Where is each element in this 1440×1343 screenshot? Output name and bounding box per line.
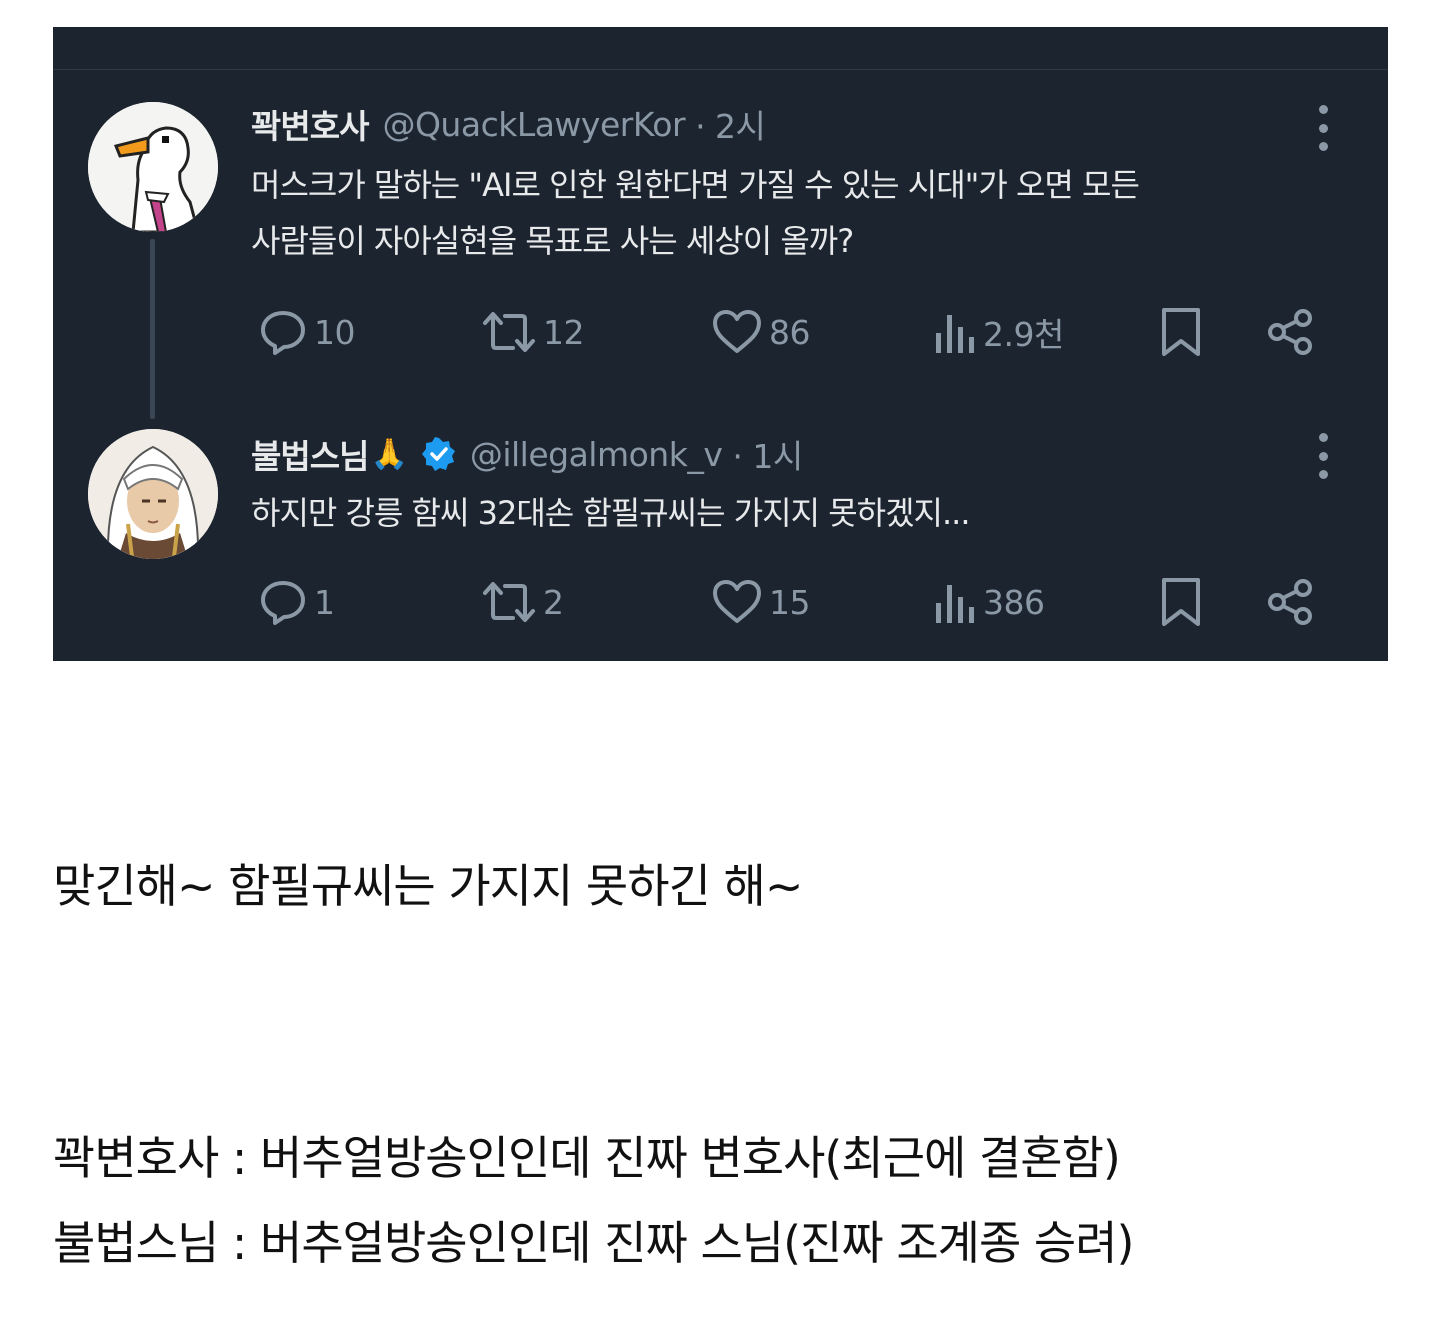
tweet-header: 불법스님 🙏 @illegalmonk_v · 1시	[251, 429, 803, 479]
more-options-button[interactable]	[1310, 433, 1336, 479]
retweet-button[interactable]: 12	[481, 304, 585, 360]
author-handle[interactable]: @QuackLawyerKor	[382, 105, 685, 144]
caption-quacklawyer-info: 꽉변호사 : 버추얼방송인인데 진짜 변호사(최근에 결혼함)	[53, 1131, 1121, 1185]
views-chart-icon	[936, 315, 974, 353]
verified-badge-icon	[421, 437, 455, 471]
reply-count: 1	[314, 582, 335, 622]
retweet-icon	[483, 312, 535, 352]
caption-comment: 맞긴해~ 함필규씨는 가지지 못하긴 해~	[53, 859, 803, 913]
tweet-time[interactable]: · 2시	[695, 100, 766, 148]
retweet-icon	[483, 582, 535, 622]
caption-illegalmonk-info: 불법스님 : 버추얼방송인인데 진짜 스님(진짜 조계종 승려)	[53, 1216, 1134, 1270]
pray-emoji-icon: 🙏	[370, 436, 408, 472]
dot-icon	[1318, 123, 1328, 133]
dot-icon	[1318, 433, 1328, 442]
views-count: 386	[983, 582, 1045, 622]
share-button[interactable]	[1265, 574, 1317, 630]
views-button[interactable]: 2.9천	[933, 304, 1064, 360]
author-name[interactable]: 꽉변호사	[251, 100, 369, 148]
tweet-text-line: 하지만 강릉 함씨 32대손 함필규씨는 가지지 못하겠지...	[251, 494, 971, 532]
tweet-header: 꽉변호사 @QuackLawyerKor · 2시	[251, 99, 766, 149]
bookmark-icon	[1162, 308, 1200, 356]
goose-avatar-icon	[88, 102, 218, 232]
heart-icon	[713, 310, 761, 353]
reply-button[interactable]: 1	[258, 574, 335, 630]
thread-connector-line	[150, 239, 155, 419]
tweet-text: 하지만 강릉 함씨 32대손 함필규씨는 가지지 못하겠지...	[251, 485, 1311, 541]
heart-icon	[713, 580, 761, 623]
tweet-time[interactable]: · 1시	[732, 430, 803, 478]
author-name[interactable]: 불법스님	[251, 430, 369, 478]
avatar-quacklawyer[interactable]	[88, 102, 218, 232]
reply-icon	[261, 311, 305, 355]
avatar-illegalmonk[interactable]	[88, 429, 218, 559]
reply-count: 10	[314, 312, 356, 352]
like-count: 15	[769, 582, 811, 622]
retweet-button[interactable]: 2	[481, 574, 564, 630]
reply-icon	[261, 581, 305, 625]
author-handle[interactable]: @illegalmonk_v	[470, 435, 723, 474]
like-button[interactable]: 86	[711, 304, 811, 360]
tweet-text-line: 사람들이 자아실현을 목표로 사는 세상이 올까?	[251, 222, 854, 260]
more-options-button[interactable]	[1310, 105, 1336, 151]
tweet-text: 머스크가 말하는 "AI로 인한 원한다면 가질 수 있는 시대"가 오면 모든…	[251, 157, 1311, 269]
retweet-count: 12	[543, 312, 585, 352]
share-icon	[1268, 309, 1312, 355]
tweet-text-line: 머스크가 말하는 "AI로 인한 원한다면 가질 수 있는 시대"가 오면 모든	[251, 166, 1140, 204]
dot-icon	[1318, 470, 1328, 479]
bookmark-icon	[1162, 578, 1200, 626]
dot-icon	[1318, 142, 1328, 151]
bookmark-button[interactable]	[1159, 304, 1203, 360]
share-button[interactable]	[1265, 304, 1317, 360]
share-icon	[1268, 579, 1312, 625]
retweet-count: 2	[543, 582, 564, 622]
dot-icon	[1318, 105, 1328, 114]
divider	[53, 69, 1388, 70]
views-chart-icon	[936, 585, 974, 623]
like-count: 86	[769, 312, 811, 352]
dot-icon	[1318, 451, 1328, 461]
monk-avatar-icon	[88, 429, 218, 559]
tweet-thread-screenshot: 꽉변호사 @QuackLawyerKor · 2시 머스크가 말하는 "AI로 …	[53, 27, 1388, 661]
like-button[interactable]: 15	[711, 574, 811, 630]
reply-button[interactable]: 10	[258, 304, 356, 360]
views-count: 2.9천	[983, 315, 1064, 354]
views-button[interactable]: 386	[933, 574, 1045, 630]
bookmark-button[interactable]	[1159, 574, 1203, 630]
